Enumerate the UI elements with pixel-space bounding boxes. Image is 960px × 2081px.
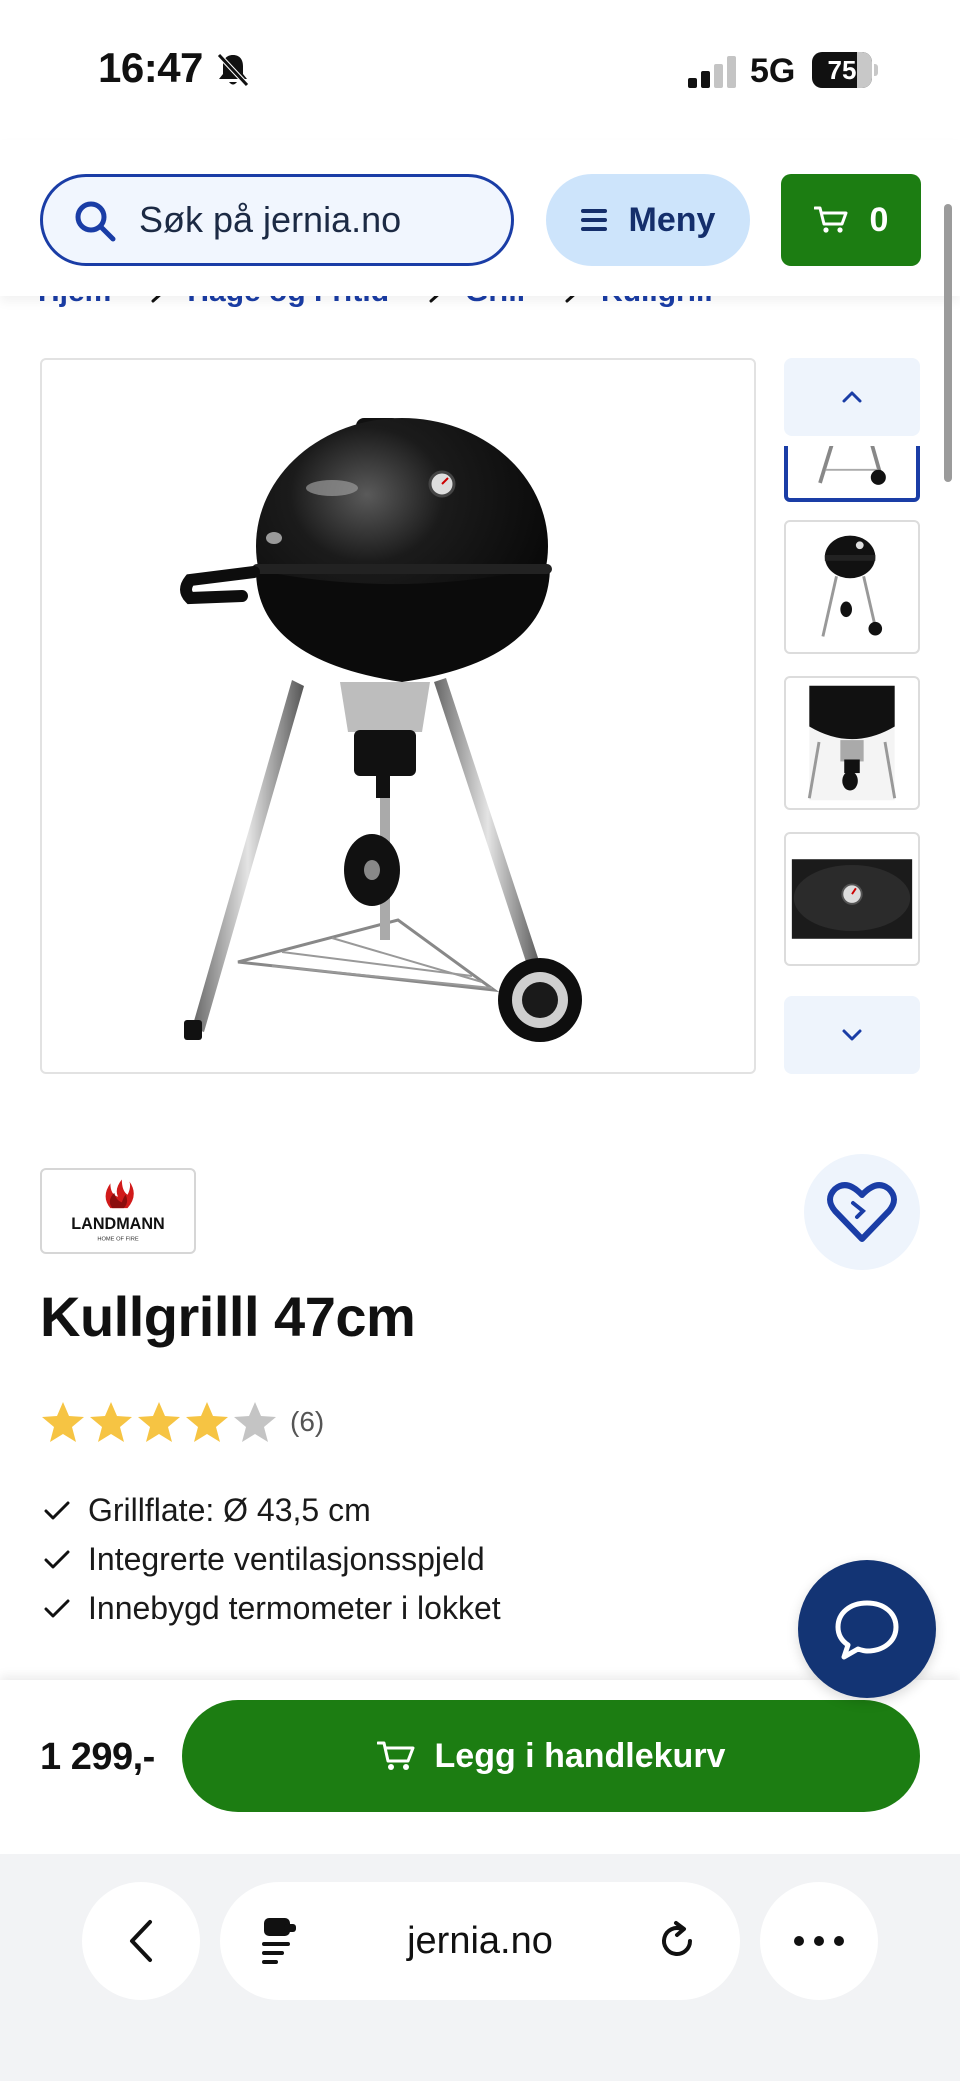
bell-slash-icon [217, 53, 249, 87]
cart-button[interactable]: 0 [781, 174, 921, 266]
chat-button[interactable] [798, 1560, 936, 1698]
main-product-image[interactable] [40, 358, 756, 1074]
browser-toolbar: jernia.no [0, 1854, 960, 2081]
check-icon [44, 1599, 70, 1617]
feature-list: Grillflate: Ø 43,5 cm Integrerte ventila… [44, 1486, 501, 1633]
battery-label: 75 [827, 55, 857, 85]
thumbnail-list [784, 446, 920, 986]
star-icon [42, 1402, 84, 1442]
product-title: Kullgrilll 47cm [40, 1285, 416, 1348]
menu-icon [580, 209, 607, 231]
search-icon[interactable] [73, 199, 117, 243]
thumbnail-1[interactable] [784, 446, 920, 502]
feature-text: Innebygd termometer i lokket [88, 1590, 501, 1626]
product-rating[interactable]: (6) [40, 1400, 324, 1444]
feature-item: Grillflate: Ø 43,5 cm [44, 1486, 501, 1535]
search-input[interactable] [139, 177, 499, 263]
status-bar: 16:47 5G 75 [0, 0, 960, 140]
network-label: 5G [750, 52, 796, 90]
star-icon [234, 1402, 276, 1442]
landmann-logo: LANDMANN HOME OF FIRE [71, 1179, 165, 1243]
cart-icon [376, 1741, 415, 1770]
star-icon [90, 1402, 132, 1442]
brand-tagline: HOME OF FIRE [97, 1237, 138, 1243]
favorite-button[interactable] [804, 1154, 920, 1270]
battery-cap [874, 64, 878, 76]
chat-icon [835, 1600, 899, 1660]
feature-item: Integrerte ventilasjonsspjeld [44, 1535, 501, 1584]
search-box[interactable] [40, 174, 514, 266]
chevron-up-icon [842, 391, 862, 403]
site-header: Meny 0 [0, 140, 960, 296]
add-to-cart-label: Legg i handlekurv [434, 1736, 726, 1775]
page-scrollbar[interactable] [944, 204, 952, 482]
heart-icon [827, 1182, 897, 1242]
browser-address-bar[interactable]: jernia.no [220, 1882, 740, 2000]
brand-logo[interactable]: LANDMANN HOME OF FIRE [40, 1168, 196, 1254]
thumbnails-down-button[interactable] [784, 996, 920, 1074]
feature-item: Innebygd termometer i lokket [44, 1584, 501, 1633]
cart-count: 0 [869, 200, 889, 239]
signal-icon [688, 56, 736, 88]
star-icon [138, 1402, 180, 1442]
browser-more-button[interactable] [760, 1882, 878, 2000]
menu-button[interactable]: Meny [546, 174, 750, 266]
menu-label: Meny [628, 200, 716, 239]
more-icon [794, 1936, 844, 1946]
thumbnail-2[interactable] [784, 520, 920, 654]
battery-indicator: 75 [812, 52, 878, 88]
chevron-down-icon [842, 1029, 862, 1041]
product-price: 1 299,- [40, 1736, 155, 1778]
browser-back-button[interactable] [82, 1882, 200, 2000]
battery-body: 75 [812, 52, 872, 88]
star-icon [186, 1402, 228, 1442]
brand-name: LANDMANN [71, 1215, 165, 1233]
feature-text: Integrerte ventilasjonsspjeld [88, 1541, 485, 1577]
status-time: 16:47 [98, 44, 203, 91]
review-count[interactable]: (6) [290, 1406, 324, 1438]
thumbnail-4[interactable] [784, 832, 920, 966]
thumbnails-up-button[interactable] [784, 358, 920, 436]
rating-stars [40, 1400, 280, 1444]
check-icon [44, 1501, 70, 1519]
buy-bar: 1 299,- Legg i handlekurv [0, 1680, 960, 1854]
back-icon [130, 1920, 152, 1962]
add-to-cart-button[interactable]: Legg i handlekurv [182, 1700, 920, 1812]
cart-icon [813, 206, 848, 233]
feature-text: Grillflate: Ø 43,5 cm [88, 1492, 371, 1528]
kettle-grill-image [180, 418, 582, 1042]
reload-icon[interactable] [656, 1920, 698, 1962]
check-icon [44, 1550, 70, 1568]
thumbnail-3[interactable] [784, 676, 920, 810]
